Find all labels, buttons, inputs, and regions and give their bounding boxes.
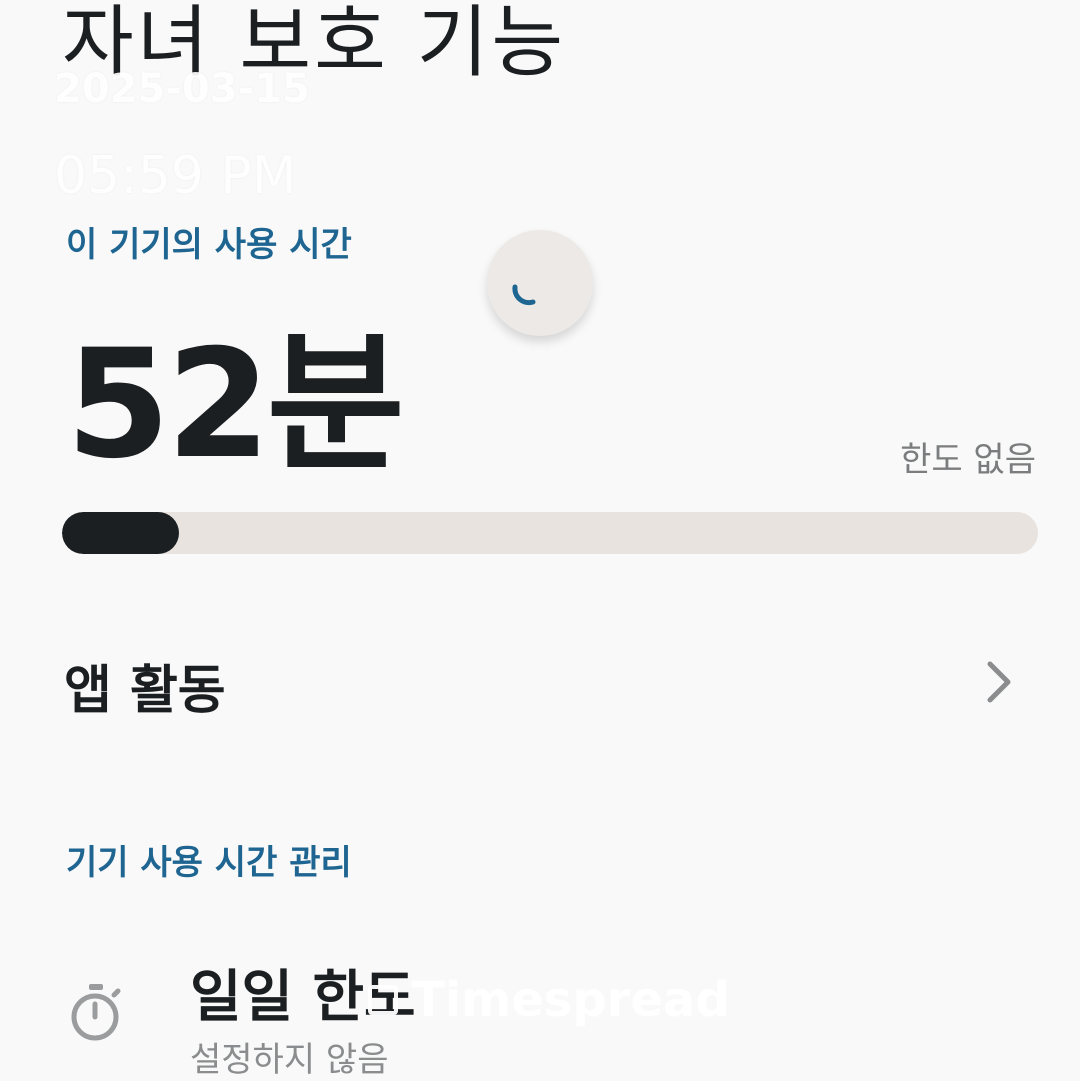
watermark-logo-icon [368,985,398,1015]
chevron-right-icon [987,661,1011,703]
spinner-arc-icon [512,284,536,306]
watermark-text: Timespread [412,972,730,1028]
app-activity-label: 앱 활동 [64,661,226,721]
loading-spinner [487,230,593,336]
usage-time-value: 52분 [66,318,405,492]
timer-icon [71,984,121,1041]
app-activity-row[interactable]: 앱 활동 [0,620,1080,740]
timestamp-date-overlay: 2025-03-15 [54,66,310,112]
usage-progress-bar [62,512,1038,554]
management-section-header: 기기 사용 시간 관리 [66,843,352,883]
watermark: Timespread [368,972,730,1028]
usage-section-header: 이 기기의 사용 시간 [66,225,352,265]
usage-progress-fill [62,512,180,554]
daily-limit-status: 설정하지 않음 [190,1040,389,1080]
timestamp-time-overlay: 05:59 PM [54,146,297,206]
usage-limit-label: 한도 없음 [900,440,1036,480]
